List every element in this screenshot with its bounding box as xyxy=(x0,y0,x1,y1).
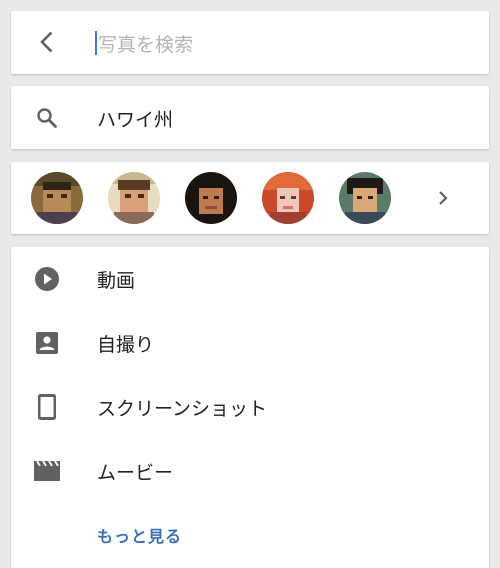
person-avatar-5[interactable] xyxy=(339,172,391,224)
chevron-right-icon[interactable] xyxy=(429,184,457,212)
suggestion-label: ハワイ州 xyxy=(97,109,174,131)
category-item-video[interactable]: 動画 xyxy=(11,247,489,311)
arrow-back-icon[interactable] xyxy=(33,28,61,56)
person-avatar-2[interactable] xyxy=(108,172,160,224)
person-avatar-4[interactable] xyxy=(262,172,314,224)
category-item-selfie[interactable]: 自撮り xyxy=(11,311,489,375)
show-more-link[interactable]: もっと見る xyxy=(97,523,182,547)
category-label: スクリーンショット xyxy=(97,398,268,420)
category-label: ムービー xyxy=(97,462,174,484)
search-placeholder: 写真を検索 xyxy=(98,33,194,56)
people-row xyxy=(11,162,489,234)
search-input[interactable]: 写真を検索 xyxy=(95,30,193,56)
portrait-icon xyxy=(33,329,61,357)
search-bar: 写真を検索 xyxy=(11,11,489,74)
person-avatar-3[interactable] xyxy=(185,172,237,224)
category-label: 自撮り xyxy=(97,334,155,356)
play-circle-icon xyxy=(33,265,61,293)
movie-clapper-icon xyxy=(33,457,61,485)
category-label: 動画 xyxy=(97,270,136,292)
person-avatar-1[interactable] xyxy=(31,172,83,224)
category-item-movie[interactable]: ムービー xyxy=(11,439,489,503)
search-icon xyxy=(33,104,61,132)
smartphone-icon xyxy=(33,393,61,421)
category-item-screenshot[interactable]: スクリーンショット xyxy=(11,375,489,439)
search-suggestion[interactable]: ハワイ州 xyxy=(11,86,489,149)
text-caret xyxy=(95,31,97,55)
category-list: 動画 自撮り スクリーンショット ムービー もっと見る xyxy=(11,247,489,568)
